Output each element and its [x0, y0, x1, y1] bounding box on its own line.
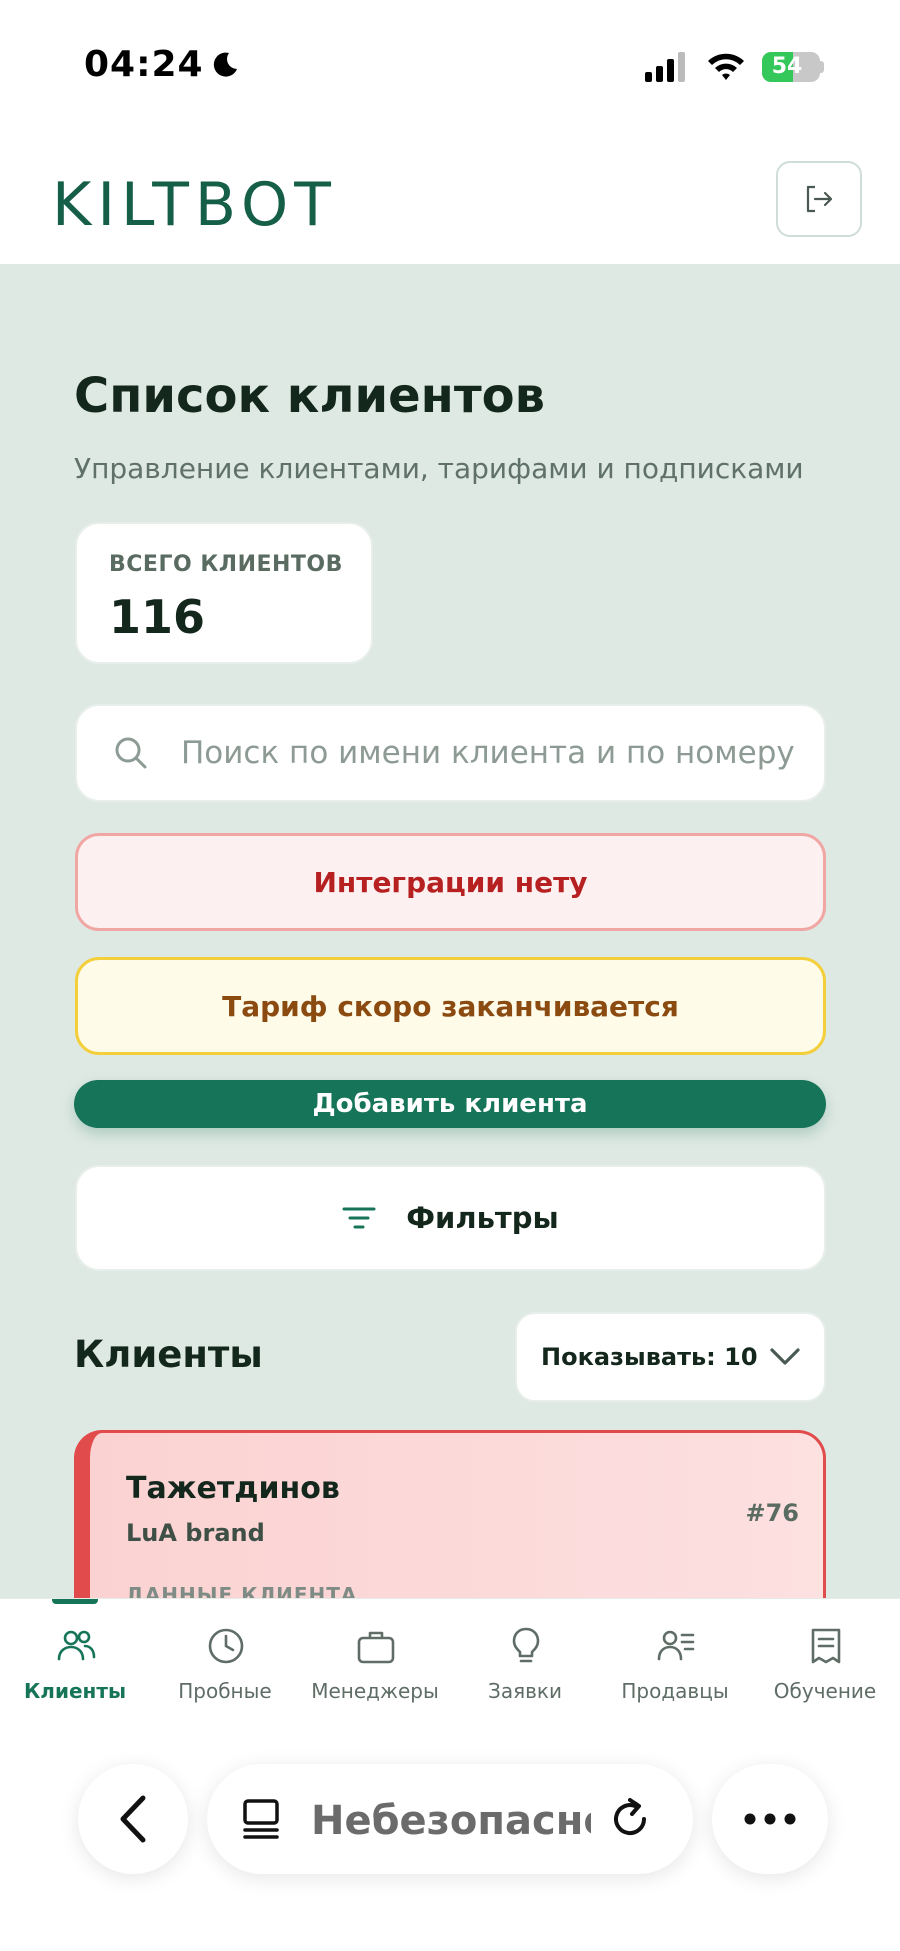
- client-brand: LuA brand: [126, 1519, 265, 1547]
- filter-icon: [342, 1207, 376, 1229]
- search-icon: [115, 737, 147, 769]
- page-size-select[interactable]: Показывать: 10: [515, 1312, 826, 1402]
- status-bar: 04:24 54: [0, 0, 900, 120]
- nav-item-training[interactable]: Обучение: [750, 1599, 900, 1717]
- active-tab-indicator: [52, 1599, 98, 1604]
- battery-percent: 54: [771, 54, 803, 79]
- user-list-icon: [657, 1630, 695, 1661]
- add-client-button[interactable]: Добавить клиента: [74, 1080, 826, 1128]
- nav-label-managers: Менеджеры: [311, 1679, 439, 1703]
- nav-label-clients: Клиенты: [23, 1679, 127, 1703]
- status-time: 04:24: [84, 44, 204, 85]
- filters-label: Фильтры: [406, 1201, 559, 1235]
- clock-icon: [208, 1628, 244, 1664]
- battery-cap: [820, 61, 824, 73]
- browser-back-button[interactable]: [78, 1764, 188, 1874]
- nav-label-sellers: Продавцы: [621, 1679, 729, 1703]
- book-icon: [811, 1628, 841, 1664]
- total-clients-label: ВСЕГО КЛИЕНТОВ: [109, 552, 343, 577]
- nav-item-clients[interactable]: Клиенты: [0, 1599, 150, 1717]
- cellular-signal-icon: [645, 52, 685, 82]
- reload-icon[interactable]: [607, 1796, 653, 1842]
- nav-item-requests[interactable]: Заявки: [450, 1599, 600, 1717]
- nav-item-trials[interactable]: Пробные: [150, 1599, 300, 1717]
- total-clients-card: ВСЕГО КЛИЕНТОВ 116: [75, 522, 373, 664]
- nav-item-managers[interactable]: Менеджеры: [300, 1599, 450, 1717]
- page-title: Список клиентов: [74, 368, 545, 424]
- users-icon: [57, 1630, 96, 1661]
- nav-label-requests: Заявки: [488, 1679, 562, 1703]
- nav-label-training: Обучение: [773, 1679, 877, 1703]
- nav-item-sellers[interactable]: Продавцы: [600, 1599, 750, 1717]
- tariff-ending-filter-button[interactable]: Тариф скоро заканчивается: [75, 957, 826, 1055]
- wifi-icon: [708, 53, 744, 80]
- filters-button[interactable]: Фильтры: [75, 1165, 826, 1271]
- chevron-left-icon: [120, 1795, 146, 1843]
- client-id: #76: [745, 1499, 799, 1527]
- nav-label-trials: Пробные: [178, 1679, 272, 1703]
- address-bar[interactable]: Небезопасно — kiltbot.kz: [207, 1764, 693, 1874]
- tabs-list-icon: [243, 1799, 279, 1839]
- logout-button[interactable]: [776, 161, 862, 237]
- search-input[interactable]: [181, 735, 801, 771]
- address-text: Небезопасно — kiltbot.kz: [311, 1798, 591, 1844]
- search-box: [75, 704, 826, 802]
- bottom-navigation: Клиенты Пробные Менеджеры Заявки Продавц…: [0, 1598, 900, 1716]
- tariff-ending-label: Тариф скоро заканчивается: [222, 989, 679, 1023]
- no-integration-filter-button[interactable]: Интеграции нету: [75, 833, 826, 931]
- clients-section-title: Клиенты: [74, 1333, 263, 1376]
- lightbulb-icon: [512, 1627, 540, 1663]
- logout-icon: [806, 185, 833, 213]
- browser-more-button[interactable]: [712, 1764, 828, 1874]
- kiltbot-logo: KILTBOT: [52, 170, 337, 240]
- total-clients-value: 116: [109, 590, 206, 644]
- chevron-down-icon: [770, 1348, 800, 1365]
- moon-icon: [213, 52, 237, 77]
- battery-icon: 54: [762, 52, 820, 82]
- client-name: Тажетдинов: [126, 1471, 340, 1506]
- more-dots-icon: [744, 1813, 796, 1825]
- briefcase-icon: [357, 1631, 395, 1664]
- page-size-label: Показывать: 10: [541, 1343, 758, 1371]
- add-client-label: Добавить клиента: [312, 1089, 588, 1119]
- no-integration-label: Интеграции нету: [313, 865, 588, 899]
- page-subtitle: Управление клиентами, тарифами и подписк…: [74, 452, 804, 485]
